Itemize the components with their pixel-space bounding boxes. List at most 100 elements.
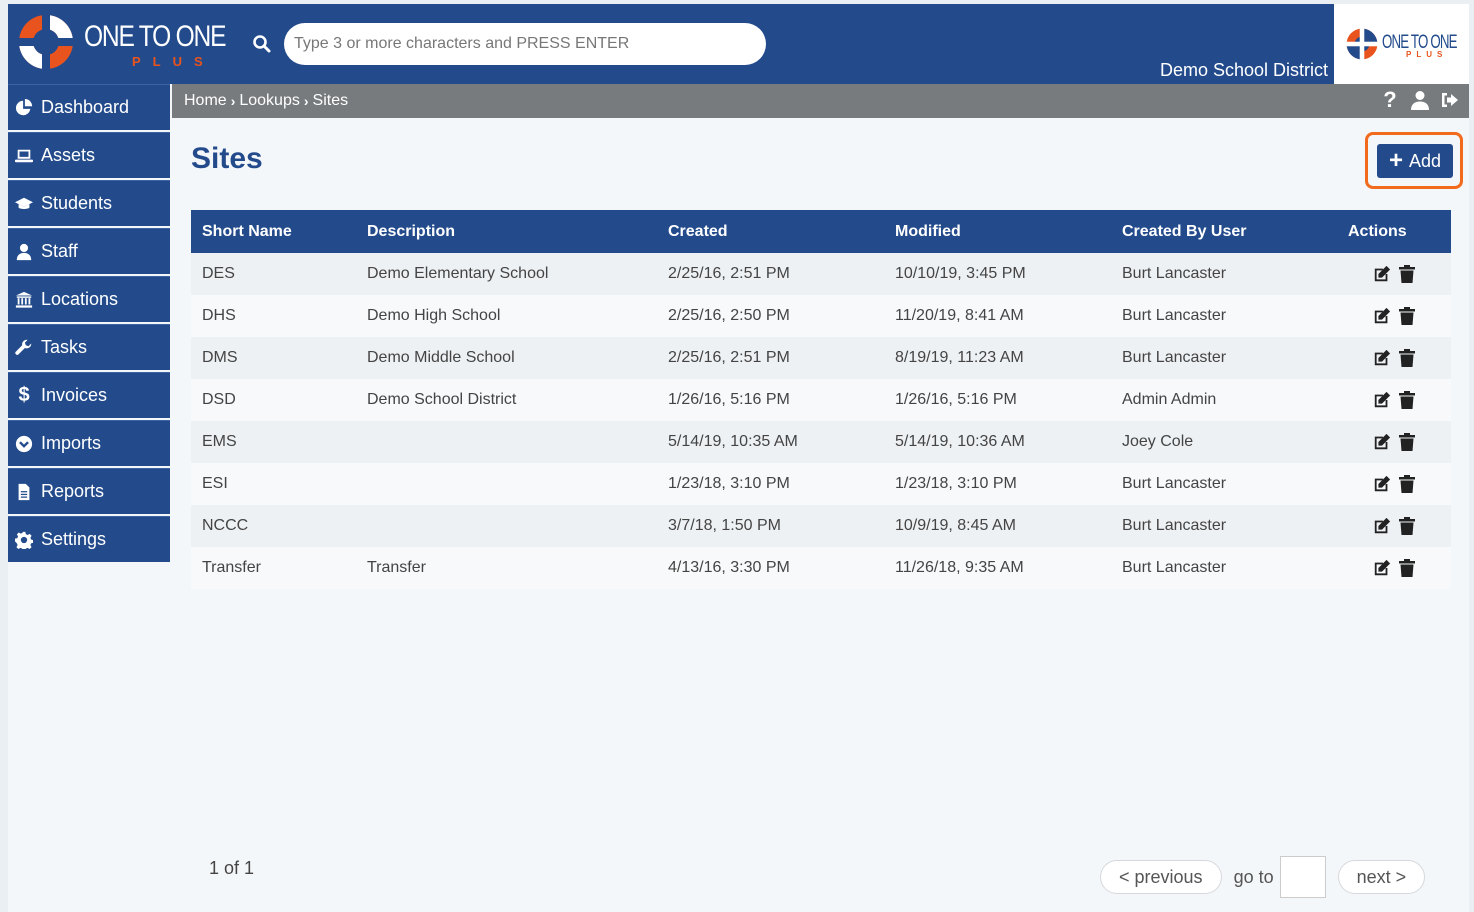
help-icon[interactable]: ? [1379,87,1401,112]
edit-icon[interactable] [1372,391,1391,410]
column-header-created[interactable]: Created [657,210,884,253]
table-row[interactable]: Transfer Transfer 4/13/16, 3:30 PM 11/26/18… [191,547,1451,589]
cell-created: 2/25/16, 2:51 PM [657,337,884,379]
sidebar-item-label: Locations [41,289,119,309]
breadcrumb: Home › Lookups › Sites ? [172,84,1469,118]
chevron-right-icon: › [303,93,309,109]
cell-actions [1337,547,1451,589]
sidebar-item-imports[interactable]: Imports [8,420,170,466]
breadcrumb-lookups[interactable]: Lookups [239,92,300,110]
cell-created: 2/25/16, 2:51 PM [657,253,884,295]
trash-icon[interactable] [1397,391,1416,410]
cell-modified: 8/19/19, 11:23 AM [884,337,1111,379]
edit-icon[interactable] [1372,559,1391,578]
sidebar-item-dashboard[interactable]: Dashboard [8,84,170,130]
cell-modified: 11/20/19, 8:41 AM [884,295,1111,337]
cell-description [356,505,657,547]
table-row[interactable]: DMS Demo Middle School 2/25/16, 2:51 PM 8/1… [191,337,1451,379]
cell-short-name: ESI [191,463,356,505]
cell-short-name: DSD [191,379,356,421]
edit-icon[interactable] [1372,349,1391,368]
goto-page-input[interactable] [1279,856,1326,898]
cell-modified: 5/14/19, 10:36 AM [884,421,1111,463]
sidebar-item-locations[interactable]: Locations [8,276,170,322]
cell-short-name: DHS [191,295,356,337]
document-icon [14,482,34,502]
cell-modified: 11/26/18, 9:35 AM [884,547,1111,589]
sidebar: Dashboard Assets Students Staff Location… [8,84,170,564]
page-title: Sites [191,142,263,175]
cell-created: 1/23/18, 3:10 PM [657,463,884,505]
sidebar-item-reports[interactable]: Reports [8,468,170,514]
edit-icon[interactable] [1372,475,1391,494]
district-name: Demo School District [1159,60,1328,80]
column-header-description[interactable]: Description [356,210,657,253]
edit-icon[interactable] [1372,517,1391,536]
column-header-short-name[interactable]: Short Name [191,210,356,253]
add-button-label: Add [1408,150,1442,171]
sidebar-item-assets[interactable]: Assets [8,132,170,178]
table-row[interactable]: EMS 5/14/19, 10:35 AM 5/14/19, 10:36 AM Joe… [191,421,1451,463]
sidebar-item-tasks[interactable]: Tasks [8,324,170,370]
trash-icon[interactable] [1397,475,1416,494]
wrench-icon [14,338,34,358]
sites-table: Short Name Description Created Modified … [191,210,1451,589]
cell-actions [1337,295,1451,337]
trash-icon[interactable] [1397,307,1416,326]
logo[interactable]: ONE TO ONE PLUS [18,12,226,70]
cell-description: Demo Middle School [356,337,657,379]
page-count: 1 of 1 [209,858,255,878]
trash-icon[interactable] [1397,349,1416,368]
cell-actions [1337,421,1451,463]
edit-icon[interactable] [1372,265,1391,284]
column-header-modified[interactable]: Modified [884,210,1111,253]
cell-short-name: NCCC [191,505,356,547]
edit-icon[interactable] [1372,433,1391,452]
graduation-cap-icon [14,194,34,214]
table-header-row: Short Name Description Created Modified … [191,210,1451,253]
chevron-right-icon: › [230,93,236,109]
add-button[interactable]: + Add [1377,144,1453,178]
sidebar-item-label: Reports [41,481,105,501]
column-header-created-by-user[interactable]: Created By User [1111,210,1337,253]
sidebar-item-settings[interactable]: Settings [8,516,170,562]
trash-icon[interactable] [1397,559,1416,578]
trash-icon[interactable] [1397,265,1416,284]
cell-description [356,421,657,463]
table-row[interactable]: NCCC 3/7/18, 1:50 PM 10/9/19, 8:45 AM Burt … [191,505,1451,547]
sidebar-item-label: Students [41,193,113,213]
client-logo-mark-icon [1346,28,1378,60]
cell-short-name: EMS [191,421,356,463]
sidebar-item-students[interactable]: Students [8,180,170,226]
search-input[interactable] [284,23,766,65]
sidebar-item-label: Invoices [41,385,108,405]
trash-icon[interactable] [1397,433,1416,452]
edit-icon[interactable] [1372,307,1391,326]
search-icon[interactable] [252,34,272,54]
cell-created-by-user: Burt Lancaster [1111,337,1337,379]
table-row[interactable]: DSD Demo School District 1/26/16, 5:16 PM 1… [191,379,1451,421]
logout-icon[interactable] [1439,89,1461,111]
cell-actions [1337,253,1451,295]
table-row[interactable]: DES Demo Elementary School 2/25/16, 2:51 P… [191,253,1451,295]
next-page-button[interactable]: next > [1337,860,1426,894]
breadcrumb-home[interactable]: Home [184,92,227,110]
cell-created: 3/7/18, 1:50 PM [657,505,884,547]
sidebar-item-staff[interactable]: Staff [8,228,170,274]
logo-plus: PLUS [132,54,215,69]
table-row[interactable]: DHS Demo High School 2/25/16, 2:50 PM 11/20… [191,295,1451,337]
cell-description: Demo Elementary School [356,253,657,295]
chevron-circle-down-icon [14,434,34,454]
user-icon [14,242,34,262]
top-bar: ONE TO ONE PLUS Demo School District ONE… [8,4,1469,84]
sidebar-item-label: Tasks [41,337,88,357]
user-profile-icon[interactable] [1409,89,1431,111]
table-row[interactable]: ESI 1/23/18, 3:10 PM 1/23/18, 3:10 PM Burt … [191,463,1451,505]
sidebar-item-invoices[interactable]: $ Invoices [8,372,170,418]
cell-created: 4/13/16, 3:30 PM [657,547,884,589]
client-logo-plus: PLUS [1406,50,1448,59]
cell-created: 1/26/16, 5:16 PM [657,379,884,421]
plus-icon: + [1388,147,1403,174]
trash-icon[interactable] [1397,517,1416,536]
previous-page-button[interactable]: < previous [1100,860,1222,894]
